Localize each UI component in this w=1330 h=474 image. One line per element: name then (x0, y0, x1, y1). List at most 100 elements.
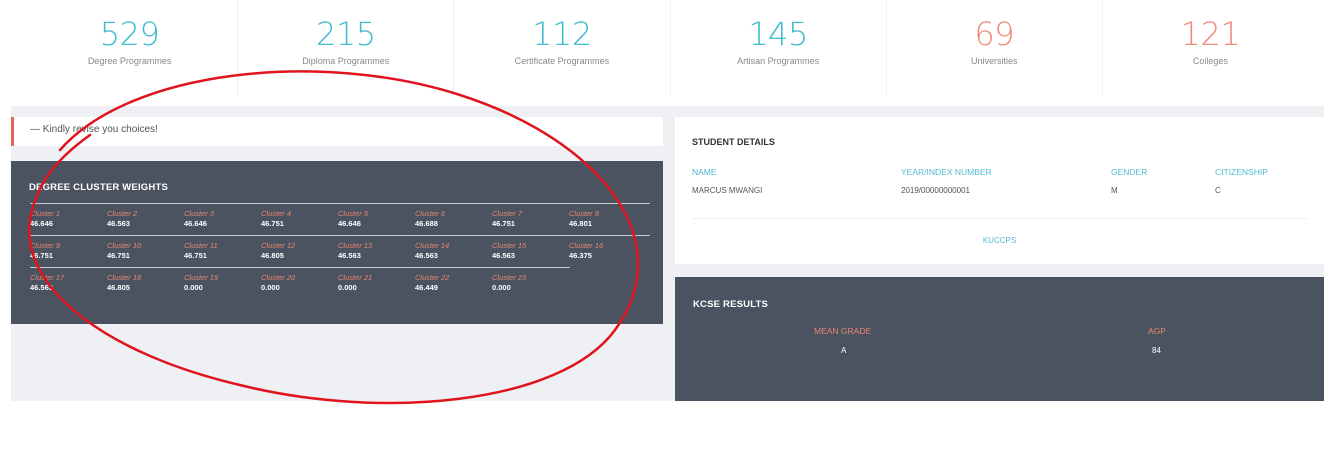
cluster-name: Cluster 4 (261, 209, 292, 218)
stat-card: 69 Universities (887, 0, 1103, 96)
stat-card: 529 Degree Programmes (22, 0, 239, 96)
agp-header: AGP (1148, 326, 1166, 336)
cluster-cell: Cluster 12 46.805 (261, 241, 338, 267)
index-number-value: 2019/00000000001 (901, 186, 970, 195)
cluster-value: 46.751 (184, 251, 207, 260)
cluster-name: Cluster 23 (492, 273, 527, 282)
cluster-name: Cluster 18 (107, 273, 142, 282)
citizenship-value: C (1215, 186, 1221, 195)
cluster-name: Cluster 14 (415, 241, 450, 250)
index-number-column: YEAR/INDEX NUMBER 2019/00000000001 (901, 166, 992, 196)
cluster-value: 0.000 (338, 283, 357, 292)
cluster-name: Cluster 2 (107, 209, 138, 218)
cluster-cell: Cluster 7 46.751 (492, 209, 569, 235)
student-name-value: MARCUS MWANGI (692, 186, 763, 195)
cluster-name: Cluster 9 (30, 241, 61, 250)
student-details-card: STUDENT DETAILS NAME MARCUS MWANGI YEAR/… (675, 117, 1324, 264)
cluster-cell: Cluster 2 46.563 (107, 209, 184, 235)
stat-value: 529 (99, 15, 160, 53)
agp-value: 84 (1152, 346, 1161, 355)
stat-value: 121 (1180, 15, 1241, 53)
cluster-name: Cluster 13 (338, 241, 373, 250)
cluster-value: 46.801 (569, 219, 592, 228)
cluster-cell: Cluster 5 46.646 (338, 209, 415, 235)
revise-choices-alert: — Kindly revise you choices! (11, 117, 663, 146)
stat-card: 215 Diploma Programmes (238, 0, 455, 96)
cluster-value: 46.563 (338, 251, 361, 260)
cluster-value: 46.751 (107, 251, 130, 260)
stat-label: Universities (971, 56, 1018, 66)
cluster-cell: Cluster 19 0.000 (184, 273, 261, 299)
cluster-name: Cluster 15 (492, 241, 527, 250)
cluster-cell: Cluster 23 0.000 (492, 273, 569, 299)
stat-value: 112 (532, 15, 592, 53)
cluster-value: 46.375 (569, 251, 592, 260)
cluster-cell: Cluster 10 46.751 (107, 241, 184, 267)
cluster-cell: Cluster 20 0.000 (261, 273, 338, 299)
cluster-value: 46.805 (107, 283, 130, 292)
cluster-value: 0.000 (184, 283, 203, 292)
stat-label: Certificate Programmes (514, 56, 610, 66)
stat-value: 145 (748, 15, 808, 53)
cluster-name: Cluster 7 (492, 209, 523, 218)
cluster-name: Cluster 1 (30, 209, 61, 218)
alert-text: — Kindly revise you choices! (30, 124, 158, 135)
stat-label: Diploma Programmes (302, 56, 390, 66)
cluster-name: Cluster 21 (338, 273, 373, 282)
gender-column: GENDER M (1111, 166, 1147, 196)
cluster-cell: Cluster 21 0.000 (338, 273, 415, 299)
cluster-value: 46.688 (415, 219, 438, 228)
cluster-value: 46.751 (492, 219, 515, 228)
stat-card: 145 Artisan Programmes (671, 0, 887, 96)
cluster-name: Cluster 11 (184, 241, 218, 250)
cluster-name: Cluster 17 (30, 273, 65, 282)
cluster-cell: Cluster 22 46.449 (415, 273, 492, 299)
student-name-column: NAME MARCUS MWANGI (692, 166, 762, 196)
mean-grade-header: MEAN GRADE (814, 326, 872, 336)
cluster-name: Cluster 19 (184, 273, 219, 282)
cluster-value: 46.646 (338, 219, 361, 228)
cluster-value: 46.805 (261, 251, 284, 260)
kuccps-link[interactable]: KUCCPS (675, 236, 1324, 245)
cluster-name: Cluster 5 (338, 209, 369, 218)
cluster-value: 0.000 (261, 283, 280, 292)
stat-value: 215 (315, 15, 376, 53)
cluster-cell: Cluster 13 46.563 (338, 241, 415, 267)
gender-header: GENDER (1111, 167, 1148, 177)
cluster-cell: Cluster 14 46.563 (415, 241, 492, 267)
cluster-row: Cluster 1 46.646 Cluster 2 46.563 Cluster 34… (30, 203, 650, 235)
mean-grade-value: A (841, 346, 847, 355)
cluster-weights-title: DEGREE CLUSTER WEIGHTS (29, 182, 168, 193)
cluster-value: 46.751 (261, 219, 284, 228)
cluster-name: Cluster 8 (569, 209, 600, 218)
cluster-weights-panel: DEGREE CLUSTER WEIGHTS Cluster 1 46.646 Cl… (11, 161, 663, 324)
citizenship-column: CITIZENSHIP C (1215, 166, 1268, 196)
cluster-row: Cluster 9 46.751 Cluster 10 46.751 Cluster 1… (30, 235, 650, 267)
cluster-cell: Cluster 3 46.646 (184, 209, 261, 235)
cluster-cell: Cluster 17 46.563 (30, 273, 107, 299)
cluster-row: Cluster 17 46.563 Cluster 18 46.805 Cluster … (30, 267, 570, 299)
cluster-value: 46.449 (415, 283, 438, 292)
cluster-name: Cluster 22 (415, 273, 450, 282)
cluster-value: 46.563 (107, 219, 130, 228)
cluster-cell: Cluster 18 46.805 (107, 273, 184, 299)
cluster-name: Cluster 10 (107, 241, 142, 250)
kcse-results-card: KCSE RESULTS MEAN GRADE A AGP 84 (675, 277, 1324, 401)
stat-label: Degree Programmes (87, 56, 172, 66)
cluster-cell: Cluster 15 46.563 (492, 241, 569, 267)
index-number-header: YEAR/INDEX NUMBER (901, 167, 992, 177)
cluster-value: 46.751 (30, 251, 53, 260)
cluster-value: 46.563 (415, 251, 438, 260)
cluster-name: Cluster 16 (569, 241, 604, 250)
kcse-results-title: KCSE RESULTS (693, 299, 769, 310)
cluster-name: Cluster 3 (184, 209, 215, 218)
cluster-name: Cluster 20 (261, 273, 296, 282)
cluster-cell: Cluster 16 46.375 (569, 241, 646, 267)
gender-value: M (1111, 186, 1118, 195)
cluster-value: 46.646 (184, 219, 207, 228)
cluster-value: 0.000 (492, 283, 511, 292)
cluster-cell: Cluster 4 46.751 (261, 209, 338, 235)
cluster-weights-grid: Cluster 1 46.646 Cluster 2 46.563 Cluster 34… (30, 203, 650, 299)
stats-row: 529 Degree Programmes 215 Diploma Programme… (22, 0, 1318, 96)
name-header: NAME (692, 167, 717, 177)
